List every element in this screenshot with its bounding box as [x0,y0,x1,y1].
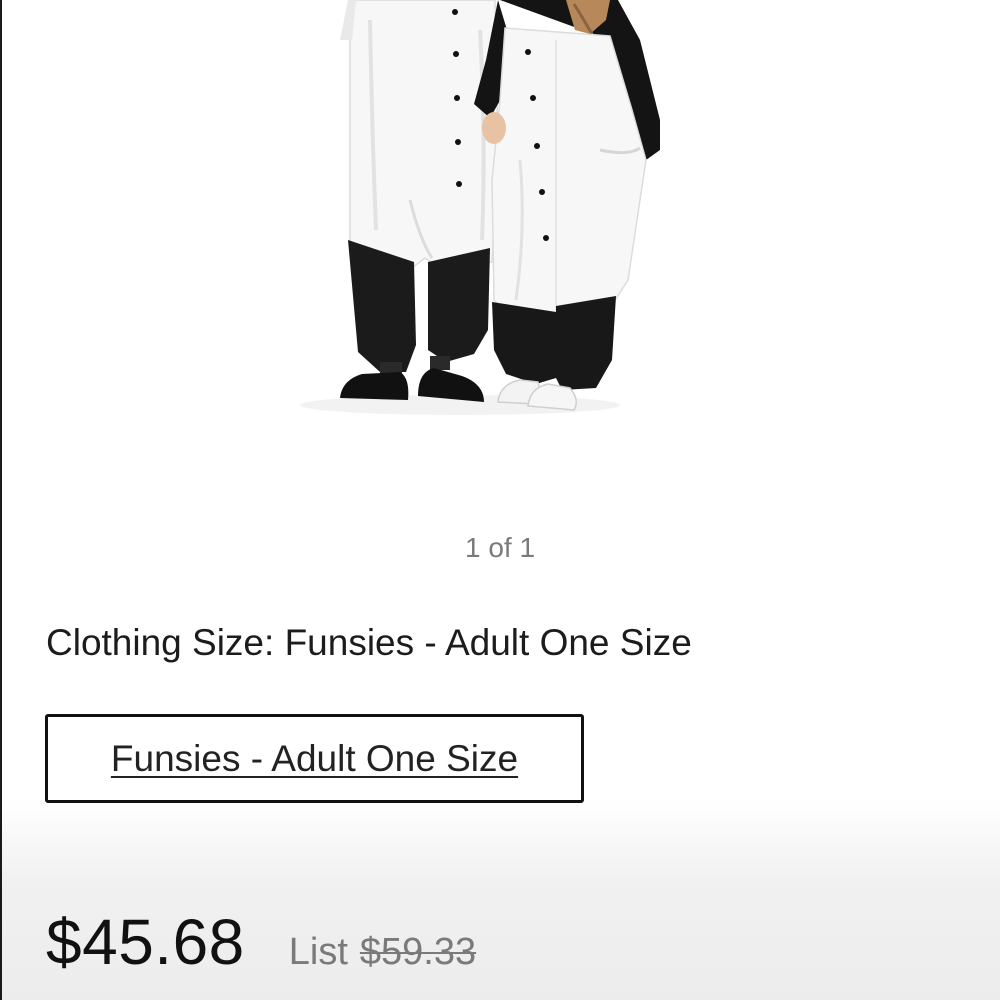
clothing-size-label: Clothing Size: Funsies - Adult One Size [46,622,692,663]
image-counter: 1 of 1 [464,532,536,563]
size-option-button[interactable]: Funsies - Adult One Size [45,714,584,803]
list-price: $59.33 [359,931,477,973]
size-option-label: Funsies - Adult One Size [110,737,519,779]
product-photo[interactable] [0,0,1000,520]
product-image-gallery[interactable] [0,0,1000,520]
price-row: $45.68 List $59.33 [46,905,476,979]
list-price-label: List [288,931,348,973]
product-page: 1 of 1 Clothing Size: Funsies - Adult On… [0,0,1000,1000]
sale-price: $45.68 [46,906,245,978]
